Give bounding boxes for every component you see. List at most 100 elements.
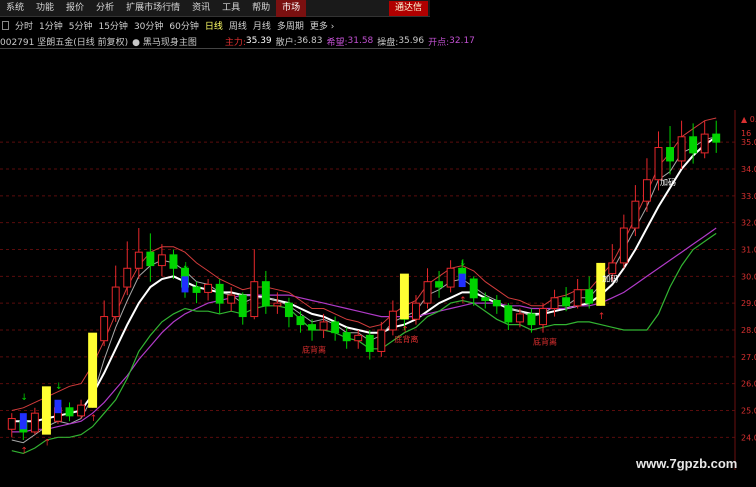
period-monthly[interactable]: 月线 [250,19,274,32]
candle-body [677,136,686,162]
menu-function[interactable]: 功能 [30,0,60,17]
top-tick-label: ▲ 0.40 [741,115,756,124]
candle-body [134,251,143,269]
period-60min[interactable]: 60分钟 [166,19,201,32]
candle-body [585,289,594,304]
candle-body [296,316,305,326]
candle-body [631,200,640,229]
y-tick-label: 33.0 [741,192,756,201]
candlestick-chart: 35.0 34.0 33.0 32.0 31.0 30.0 29.0 28.0 27.0 26.0… [0,110,756,470]
candle-body [377,329,386,352]
menu-system[interactable]: 系统 [0,0,30,17]
candle-body [654,147,663,181]
candle-body [204,283,213,293]
y-tick-label: 32.0 [741,219,756,228]
y-tick-label: 24.0 [741,433,756,442]
menu-tools[interactable]: 工具 [216,0,246,17]
indicator-name[interactable]: ● 黑马现身主图 [132,35,201,48]
stock-title: 002791 坚朗五金(日线 前复权) [0,37,129,48]
candle-body [227,294,236,304]
candle-body [642,179,651,202]
candle-body [562,297,571,307]
blue-marker [458,273,466,288]
xiwang-value: 31.58 [347,36,374,46]
candle-body [573,289,582,307]
candle-body [365,334,374,352]
candle-body [146,251,155,267]
menu-extended-market[interactable]: 扩展市场行情 [120,0,186,17]
candle-body [319,321,328,331]
candle-body [342,332,351,342]
menu-quote[interactable]: 报价 [60,0,90,17]
y-tick-label: 26.0 [741,380,756,389]
top-tick-label: 16 [741,129,751,138]
candle-body [30,412,39,433]
candle-body [261,281,270,307]
period-multi[interactable]: 多周期 [274,19,307,32]
candle-body [619,227,628,264]
y-tick-label: 25.0 [741,406,756,415]
y-tick-label: 31.0 [741,245,756,254]
zhuli-value: 35.39 [245,36,272,46]
candle-body [666,147,674,162]
period-weekly[interactable]: 周线 [226,19,250,32]
tongdaxin-link[interactable]: 通达信 [388,1,428,16]
period-daily[interactable]: 日线 [202,19,226,32]
indicator-info-bar: 002791 坚朗五金(日线 前复权) ● 黑马现身主图 主力: 35.39 散… [0,34,475,48]
y-tick-label: 35.0 [741,138,756,147]
candle-body [308,324,316,331]
y-tick-label: 30.0 [741,272,756,281]
period-30min[interactable]: 30分钟 [131,19,166,32]
period-1min[interactable]: 1分钟 [36,19,66,32]
candle-body [435,281,444,288]
buy-arrow-icon: ↑ [598,312,606,322]
candle-body [504,305,513,323]
candle-body [388,310,397,331]
caopan-label: 操盘: [377,37,399,48]
signal-bar [41,386,51,435]
sanhu-label: 散户: [275,37,297,48]
candle-body [700,133,709,154]
candle-body [7,418,16,430]
period-bar: 分时 1分钟 5分钟 15分钟 30分钟 60分钟 日线 周线 月线 多周期 更… [0,17,430,33]
candle-body [123,267,132,288]
period-fenshi[interactable]: 分时 [12,19,36,32]
series-line-2 [11,227,717,433]
annotation-label: 加码 [660,177,676,187]
candle-body [608,262,617,275]
y-tick-label: 34.0 [741,165,756,174]
annotation-label: 底背离 [533,337,557,347]
menu-market-active[interactable]: 市场 [276,0,307,17]
period-more[interactable]: 更多 [307,19,337,32]
buy-arrow-icon: ↑ [459,296,467,306]
annotation-label: 底背离 [394,334,418,344]
candle-body [469,278,478,299]
sell-arrow-icon: ↓ [459,259,467,269]
annotation-label: 底背离 [302,345,326,355]
period-15min[interactable]: 15分钟 [95,19,130,32]
buy-arrow-icon: ↑ [43,438,51,448]
candle-body [250,281,259,318]
candle-body [423,281,432,304]
candle-body [412,302,420,320]
candle-body [550,297,559,310]
buy-arrow-icon: ↑ [90,414,98,424]
sell-arrow-icon: ↓ [20,393,28,403]
candle-body [539,308,547,326]
candle-body [492,299,501,307]
candle-body [331,321,340,334]
menu-news[interactable]: 资讯 [186,0,216,17]
menu-help[interactable]: 帮助 [246,0,276,17]
layout-toggle-icon[interactable] [2,20,9,30]
candle-body [215,283,224,304]
y-tick-label: 29.0 [741,299,756,308]
header-divider [0,48,430,49]
menu-bar: 系统 功能 报价 分析 扩展市场行情 资讯 工具 帮助 市场 通达信 [0,0,430,17]
caopan-value: 35.96 [398,36,425,46]
period-5min[interactable]: 5分钟 [66,19,96,32]
signal-bar [399,273,409,320]
kaidian-value: 32.17 [449,36,475,46]
menu-analysis[interactable]: 分析 [90,0,120,17]
blue-marker [54,399,62,414]
candle-body [689,136,698,154]
